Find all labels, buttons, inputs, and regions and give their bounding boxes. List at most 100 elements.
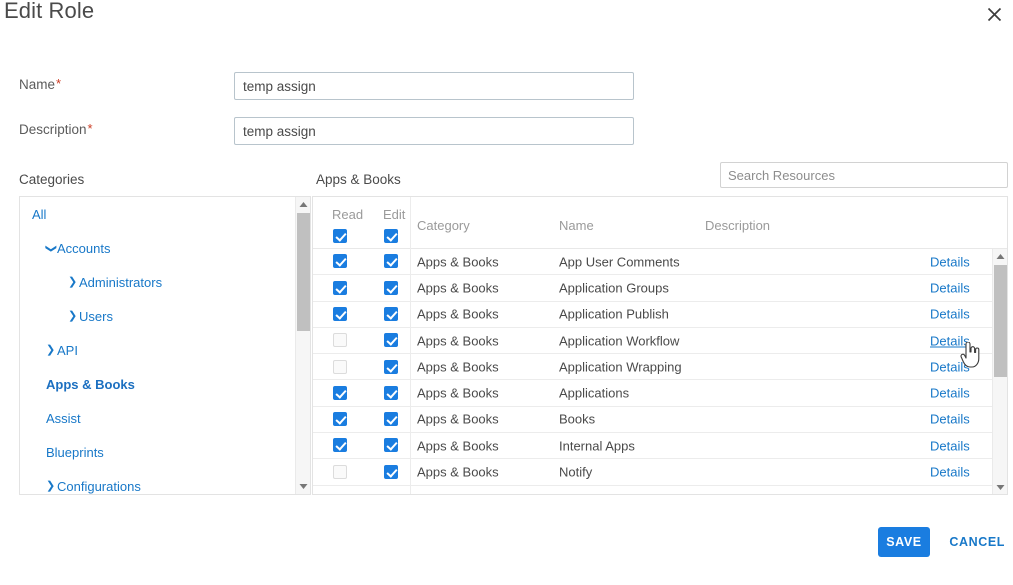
row-read-checkbox[interactable]: [333, 463, 347, 481]
category-item[interactable]: ❯ Accounts: [20, 231, 310, 265]
row-edit-checkbox[interactable]: [384, 463, 398, 481]
caret-up-icon[interactable]: [296, 197, 310, 212]
select-all-read-checkbox[interactable]: [333, 227, 347, 245]
cancel-button[interactable]: CANCEL: [949, 527, 1005, 557]
table-row: Apps & Books Books Details: [313, 407, 994, 434]
row-read-checkbox[interactable]: [333, 253, 347, 271]
row-name: Internal Apps: [559, 438, 635, 454]
table-row: Apps & Books Internal Apps Details: [313, 433, 994, 460]
row-details-link[interactable]: Details: [930, 254, 970, 269]
category-item[interactable]: Blueprints: [20, 435, 310, 469]
column-header-category: Category: [417, 218, 470, 233]
category-item-label: Configurations: [57, 478, 141, 494]
category-item-label: Administrators: [79, 274, 163, 290]
caret-down-icon[interactable]: [993, 480, 1007, 494]
categories-heading: Categories: [19, 172, 85, 187]
row-name: Application Publish: [559, 306, 669, 322]
name-field[interactable]: [234, 72, 634, 100]
table-scrollbar-thumb[interactable]: [994, 265, 1007, 377]
category-item[interactable]: Apps & Books: [20, 367, 310, 401]
category-item[interactable]: ❯ Administrators: [20, 265, 310, 299]
table-row: Apps & Books Application Groups Details: [313, 275, 994, 302]
column-divider: [410, 249, 411, 494]
row-details-link[interactable]: Details: [930, 280, 970, 295]
row-read-checkbox[interactable]: [333, 358, 347, 376]
close-icon[interactable]: [982, 2, 1006, 26]
column-header-description: Description: [705, 218, 771, 233]
caret-down-icon[interactable]: [296, 479, 310, 494]
row-details-link[interactable]: Details: [930, 465, 970, 480]
row-category: Apps & Books: [417, 359, 499, 375]
row-edit-checkbox[interactable]: [384, 437, 398, 455]
row-edit-checkbox[interactable]: [384, 332, 398, 350]
category-item-label: Assist: [46, 410, 81, 426]
table-row: Apps & Books Applications Details: [313, 380, 994, 407]
category-item-label: Apps & Books: [46, 376, 135, 392]
row-read-checkbox[interactable]: [333, 279, 347, 297]
row-edit-checkbox[interactable]: [384, 279, 398, 297]
row-edit-checkbox[interactable]: [384, 358, 398, 376]
categories-scrollbar-thumb[interactable]: [297, 213, 310, 331]
row-read-checkbox[interactable]: [333, 384, 347, 402]
row-edit-checkbox[interactable]: [384, 253, 398, 271]
row-category: Apps & Books: [417, 333, 499, 349]
row-read-checkbox[interactable]: [333, 305, 347, 323]
category-item-label: Blueprints: [46, 444, 104, 460]
row-category: Apps & Books: [417, 385, 499, 401]
table-row: Apps & Books Application Wrapping Details: [313, 354, 994, 381]
table-row: Apps & Books Application Publish Details: [313, 302, 994, 328]
categories-tree: All ❯ Accounts ❯ Administrators ❯ Users ❯ API App…: [20, 197, 310, 494]
resources-heading: Apps & Books: [316, 172, 401, 187]
select-all-edit-checkbox[interactable]: [384, 227, 398, 245]
description-label: Description*: [19, 122, 93, 137]
row-read-checkbox[interactable]: [333, 437, 347, 455]
page-title: Edit Role: [4, 0, 95, 23]
row-name: Application Groups: [559, 280, 669, 296]
resources-table-panel: Read Edit Category Name Description Apps…: [312, 196, 1008, 495]
description-required-marker: *: [87, 121, 93, 136]
table-scrollbar[interactable]: [992, 249, 1007, 494]
chevron-right-icon[interactable]: ❯: [68, 276, 77, 288]
row-category: Apps & Books: [417, 254, 499, 270]
row-details-link[interactable]: Details: [930, 438, 970, 453]
chevron-right-icon[interactable]: ❯: [68, 310, 77, 322]
chevron-down-icon[interactable]: ❯: [45, 244, 57, 253]
table-body: Apps & Books App User Comments Details Apps…: [313, 249, 994, 494]
description-field[interactable]: [234, 117, 634, 145]
row-read-checkbox[interactable]: [333, 410, 347, 428]
row-details-link[interactable]: Details: [930, 412, 970, 427]
search-input[interactable]: [720, 162, 1008, 188]
table-header: Read Edit Category Name Description: [313, 197, 1007, 249]
chevron-right-icon[interactable]: ❯: [46, 344, 55, 356]
row-details-link[interactable]: Details: [930, 359, 970, 374]
row-details-link[interactable]: Details: [930, 386, 970, 401]
dialog-header: Edit Role: [0, 0, 1013, 36]
categories-scrollbar[interactable]: [295, 197, 310, 494]
category-item[interactable]: ❯ Configurations: [20, 469, 310, 494]
row-edit-checkbox[interactable]: [384, 305, 398, 323]
name-label-text: Name: [19, 77, 56, 92]
row-name: Notify: [559, 464, 593, 480]
category-item[interactable]: Assist: [20, 401, 310, 435]
row-category: Apps & Books: [417, 411, 499, 427]
row-details-link[interactable]: Details: [930, 333, 970, 348]
row-edit-checkbox[interactable]: [384, 384, 398, 402]
row-name: App User Comments: [559, 254, 680, 270]
categories-panel: All ❯ Accounts ❯ Administrators ❯ Users ❯ API App…: [19, 196, 311, 495]
edit-role-dialog: Edit Role Name* Description* Categories …: [0, 0, 1013, 585]
caret-up-icon[interactable]: [993, 249, 1007, 264]
column-header-name: Name: [559, 218, 594, 233]
category-item[interactable]: ❯ API: [20, 333, 310, 367]
row-name: Books: [559, 411, 596, 427]
save-button[interactable]: SAVE: [878, 527, 930, 557]
table-row: Apps & Books Notify Details: [313, 459, 994, 486]
column-header-read: Read: [332, 207, 364, 222]
category-item-label: Accounts: [57, 240, 111, 256]
column-header-edit: Edit: [383, 207, 406, 222]
category-item[interactable]: ❯ Users: [20, 299, 310, 333]
row-edit-checkbox[interactable]: [384, 410, 398, 428]
chevron-right-icon[interactable]: ❯: [46, 480, 55, 492]
row-read-checkbox[interactable]: [333, 332, 347, 350]
category-item[interactable]: All: [20, 197, 310, 231]
row-details-link[interactable]: Details: [930, 307, 970, 322]
